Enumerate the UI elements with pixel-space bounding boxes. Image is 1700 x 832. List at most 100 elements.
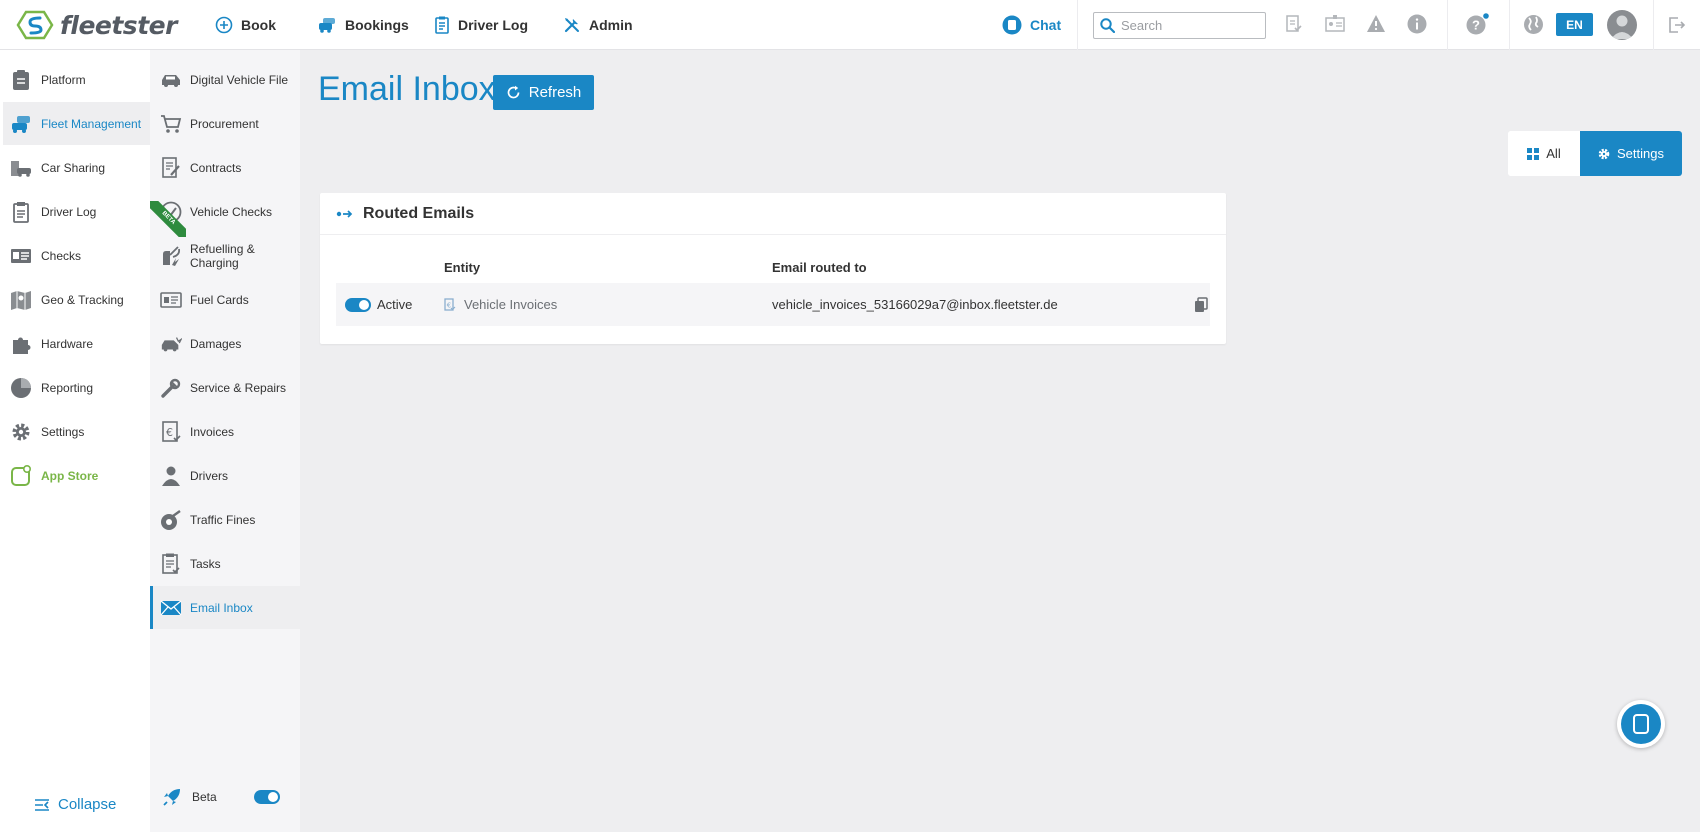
logbook-icon xyxy=(435,16,449,34)
subnav-item-label: Fuel Cards xyxy=(190,292,249,307)
sidebar-item-label: Car Sharing xyxy=(41,160,106,175)
damaged-car-icon xyxy=(160,333,182,355)
top-bar: fleetster Book Bookings Driver Log Admin… xyxy=(0,0,1700,50)
sidebar-item-driver-log[interactable]: Driver Log xyxy=(3,190,150,233)
chat-icon xyxy=(1002,15,1022,35)
gear-icon xyxy=(10,421,32,443)
view-all-button[interactable]: All xyxy=(1508,131,1580,176)
contract-icon xyxy=(160,156,182,179)
sidebar-item-label: Fleet Management xyxy=(41,116,142,131)
chat-launcher[interactable] xyxy=(1617,700,1665,748)
card-title: Routed Emails xyxy=(363,204,475,222)
card-header: Routed Emails xyxy=(320,193,1226,235)
subnav-item-digital-vehicle-file[interactable]: Digital Vehicle File xyxy=(150,58,300,101)
subnav-item-label: Contracts xyxy=(190,160,242,175)
active-toggle[interactable] xyxy=(345,297,371,312)
gear-icon xyxy=(1598,148,1610,159)
beta-badge: BETA xyxy=(150,201,186,237)
car-icon xyxy=(160,69,182,91)
subnav-item-tasks[interactable]: Tasks xyxy=(150,542,300,585)
nav-bookings-label: Bookings xyxy=(345,17,409,33)
beta-label: Beta xyxy=(192,790,217,804)
search-box[interactable] xyxy=(1093,12,1266,39)
status-toggle[interactable]: Active xyxy=(345,283,412,326)
nav-driver-log[interactable]: Driver Log xyxy=(434,0,528,50)
subnav-item-refuelling-charging[interactable]: Refuelling & Charging xyxy=(150,234,300,277)
table-row: Active € Vehicle Invoices vehicle_invoic… xyxy=(336,283,1210,326)
view-switcher: All Settings xyxy=(1508,131,1682,176)
subnav-item-damages[interactable]: Damages xyxy=(150,322,300,365)
subnav-item-drivers[interactable]: Drivers xyxy=(150,454,300,497)
search-input[interactable] xyxy=(1121,18,1261,33)
subnav-item-invoices[interactable]: € Invoices xyxy=(150,410,300,453)
view-all-label: All xyxy=(1546,146,1561,161)
invoice-icon: € xyxy=(160,420,182,443)
rocket-icon xyxy=(163,789,180,806)
subnav-item-label: Email Inbox xyxy=(190,600,253,615)
subnav-item-service-repairs[interactable]: Service & Repairs xyxy=(150,366,300,409)
pie-chart-icon xyxy=(10,377,32,399)
wrench-icon xyxy=(160,377,182,399)
sidebar-item-platform[interactable]: Platform xyxy=(3,58,150,101)
chat-button[interactable]: Chat xyxy=(1002,0,1061,50)
subnav-item-fuel-cards[interactable]: Fuel Cards xyxy=(150,278,300,321)
cart-icon xyxy=(160,113,182,135)
language-selector[interactable]: EN xyxy=(1556,13,1593,36)
subnav-item-label: Procurement xyxy=(190,116,259,131)
email-cell: vehicle_invoices_53166029a7@inbox.fleets… xyxy=(772,297,1058,312)
warning-icon[interactable] xyxy=(1366,14,1386,34)
nav-book[interactable]: Book xyxy=(215,0,276,50)
fleetster-logo[interactable]: fleetster xyxy=(16,9,177,41)
divider xyxy=(1509,0,1510,50)
page-title: Email Inbox xyxy=(318,70,496,108)
fleet-cars-icon xyxy=(10,113,32,135)
id-badge-icon[interactable] xyxy=(1325,14,1345,34)
info-icon[interactable] xyxy=(1407,14,1427,34)
nav-admin[interactable]: Admin xyxy=(563,0,633,50)
view-settings-button[interactable]: Settings xyxy=(1580,131,1682,176)
logout-icon[interactable] xyxy=(1668,16,1686,34)
sidebar-item-geo-tracking[interactable]: Geo & Tracking xyxy=(3,278,150,321)
main-sidebar: Platform Fleet Management Car Sharing Dr… xyxy=(0,50,150,832)
subnav-item-label: Drivers xyxy=(190,468,228,483)
sidebar-item-car-sharing[interactable]: Car Sharing xyxy=(3,146,150,189)
nav-bookings[interactable]: Bookings xyxy=(317,0,409,50)
copy-button[interactable] xyxy=(1194,283,1208,326)
collapse-button[interactable]: Collapse xyxy=(34,796,116,813)
sidebar-item-settings[interactable]: Settings xyxy=(3,410,150,453)
route-arrows-icon xyxy=(336,209,353,218)
help-icon[interactable]: ? xyxy=(1466,13,1490,35)
plus-circle-icon xyxy=(215,16,233,34)
svg-text:?: ? xyxy=(1472,18,1480,33)
sidebar-item-fleet-management[interactable]: Fleet Management xyxy=(3,102,150,145)
logbook-icon xyxy=(10,201,32,223)
globe-icon[interactable] xyxy=(1523,14,1544,35)
sidebar-item-checks[interactable]: Checks xyxy=(3,234,150,277)
subnav-item-email-inbox[interactable]: Email Inbox xyxy=(150,586,300,629)
subnav-item-traffic-fines[interactable]: Traffic Fines xyxy=(150,498,300,541)
subnav-item-label: Service & Repairs xyxy=(190,380,287,395)
beta-toggle[interactable] xyxy=(254,790,280,804)
subnav-item-procurement[interactable]: Procurement xyxy=(150,102,300,145)
sub-sidebar: Digital Vehicle File Procurement Contrac… xyxy=(150,50,300,832)
chat-label: Chat xyxy=(1030,17,1062,33)
logo-text: fleetster xyxy=(60,10,177,40)
svg-text:€: € xyxy=(166,426,173,439)
puzzle-icon xyxy=(10,333,32,355)
sidebar-item-label: Settings xyxy=(41,424,85,439)
nav-admin-label: Admin xyxy=(589,17,633,33)
app-store-icon xyxy=(10,464,32,487)
sidebar-item-reporting[interactable]: Reporting xyxy=(3,366,150,409)
invoice-icon: € xyxy=(444,298,456,311)
divider xyxy=(1077,0,1078,50)
sidebar-item-hardware[interactable]: Hardware xyxy=(3,322,150,365)
clipboard-icon xyxy=(10,69,32,91)
routed-emails-card: Routed Emails Entity Email routed to Act… xyxy=(320,193,1226,344)
sidebar-item-label: Driver Log xyxy=(41,204,97,219)
avatar[interactable] xyxy=(1607,10,1637,40)
checklist-icon[interactable] xyxy=(1285,14,1303,34)
refresh-button[interactable]: Refresh xyxy=(493,75,594,110)
sidebar-item-app-store[interactable]: App Store xyxy=(3,454,150,497)
subnav-item-contracts[interactable]: Contracts xyxy=(150,146,300,189)
sidebar-item-label: Hardware xyxy=(41,336,94,351)
